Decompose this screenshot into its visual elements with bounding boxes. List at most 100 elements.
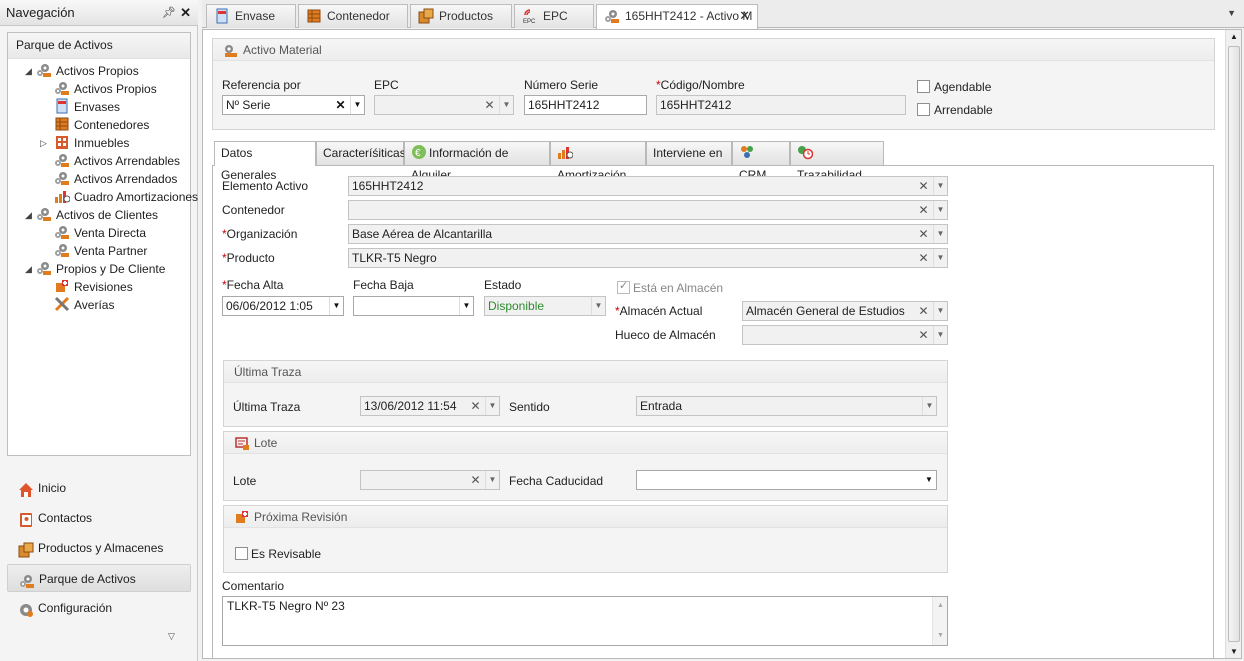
almacen-actual-select[interactable]: Almacén General de Estudios ✕ ▼ xyxy=(742,301,948,321)
dropdown-icon[interactable]: ▼ xyxy=(933,225,947,243)
tree-node[interactable]: Cuadro Amortizaciones xyxy=(54,188,198,206)
clear-icon[interactable]: ✕ xyxy=(468,471,483,489)
estado-select[interactable]: Disponible ▼ xyxy=(484,296,606,316)
tree-node[interactable]: Activos Arrendables xyxy=(54,152,180,170)
scroll-down-icon[interactable]: ▼ xyxy=(937,628,944,644)
tree-node[interactable]: Activos Arrendados xyxy=(54,170,177,188)
ultima-traza-input[interactable]: 13/06/2012 11:54 ✕ ▼ xyxy=(360,396,500,416)
nav-button-configuraci-n[interactable]: Configuración xyxy=(7,594,191,622)
fecha-alta-input[interactable]: 06/06/2012 1:05 ▼ xyxy=(222,296,344,316)
expand-arrow-icon[interactable]: ▷ xyxy=(40,138,47,149)
es-revisable-checkbox[interactable] xyxy=(235,547,248,560)
epc-select[interactable]: ✕ ▼ xyxy=(374,95,514,115)
clear-icon[interactable]: ✕ xyxy=(916,225,931,243)
pin-icon[interactable]: 📌︎ xyxy=(162,0,176,26)
dropdown-icon[interactable]: ▼ xyxy=(933,177,947,195)
tree-node[interactable]: Inmuebles xyxy=(54,134,129,152)
arrendable-checkbox[interactable] xyxy=(917,103,930,116)
tree-node[interactable]: Propios y De Cliente xyxy=(36,260,165,278)
vertical-scrollbar[interactable]: ▲ ▼ xyxy=(1225,30,1241,658)
close-tab-icon[interactable]: ✕ xyxy=(739,5,750,27)
scroll-thumb[interactable] xyxy=(1228,46,1240,642)
inner-tab[interactable]: CRM xyxy=(732,141,790,182)
tree-node[interactable]: Averías xyxy=(54,296,114,314)
referencia-label: Referencia por xyxy=(222,78,301,92)
clear-icon[interactable]: ✕ xyxy=(916,326,931,344)
tab-list-dropdown-icon[interactable]: ▼ xyxy=(1227,8,1236,18)
doc-tab[interactable]: Productos xyxy=(410,4,512,28)
codigo-input[interactable]: 165HHT2412 xyxy=(656,95,906,115)
tree-node[interactable]: Venta Directa xyxy=(54,224,146,242)
sentido-select[interactable]: Entrada ▼ xyxy=(636,396,937,416)
calendar-dropdown-icon[interactable]: ▼ xyxy=(459,297,473,315)
clear-icon[interactable]: ✕ xyxy=(916,177,931,195)
hueco-almacen-select[interactable]: ✕ ▼ xyxy=(742,325,948,345)
tree-node[interactable]: Envases xyxy=(54,98,120,116)
inner-tab[interactable]: € Información de Alquiler xyxy=(404,141,550,182)
organizacion-select[interactable]: Base Aérea de Alcantarilla ✕ ▼ xyxy=(348,224,948,244)
clear-icon[interactable]: ✕ xyxy=(468,397,483,415)
tree-node[interactable]: Activos Propios xyxy=(36,62,139,80)
calendar-dropdown-icon[interactable]: ▼ xyxy=(329,297,343,315)
fecha-alta-value: 06/06/2012 1:05 xyxy=(226,299,313,313)
chevron-down-icon[interactable]: ▽ xyxy=(168,631,175,642)
dropdown-icon[interactable]: ▼ xyxy=(499,96,513,114)
tree-node[interactable]: Revisiones xyxy=(54,278,133,296)
scroll-down-icon[interactable]: ▼ xyxy=(1230,647,1238,656)
dropdown-icon[interactable]: ▼ xyxy=(933,201,947,219)
inner-tab[interactable]: Amortización xyxy=(550,141,646,182)
dropdown-icon[interactable]: ▼ xyxy=(350,96,364,114)
doc-tab[interactable]: Envase xyxy=(206,4,296,28)
agendable-checkbox[interactable] xyxy=(917,80,930,93)
tree-node[interactable]: Activos Propios xyxy=(54,80,157,98)
proxima-revision-group: Próxima Revisión xyxy=(223,505,948,573)
nav-button-inicio[interactable]: Inicio xyxy=(7,474,191,502)
inner-tab[interactable]: Datos Generales xyxy=(214,141,316,182)
producto-select[interactable]: TLKR-T5 Negro ✕ ▼ xyxy=(348,248,948,268)
producto-label: *Producto xyxy=(222,251,275,265)
tree-node[interactable]: Activos de Clientes xyxy=(36,206,158,224)
numero-serie-input[interactable]: 165HHT2412 xyxy=(524,95,647,115)
inner-tab[interactable]: Trazabilidad xyxy=(790,141,884,182)
collapse-arrow-icon[interactable]: ◢ xyxy=(25,210,32,221)
clear-icon[interactable]: ✕ xyxy=(482,96,497,114)
dropdown-icon[interactable]: ▼ xyxy=(933,249,947,267)
doc-tab[interactable]: 165HHT2412 - Activo M ✕ xyxy=(596,4,758,29)
dropdown-icon[interactable]: ▼ xyxy=(591,297,605,315)
scroll-up-icon[interactable]: ▲ xyxy=(1230,32,1238,41)
dropdown-icon[interactable]: ▼ xyxy=(933,302,947,320)
doc-tab[interactable]: EPC EPC xyxy=(514,4,594,28)
tree-node[interactable]: Contenedores xyxy=(54,116,149,134)
clear-icon[interactable]: ✕ xyxy=(333,96,348,114)
nav-button-contactos[interactable]: Contactos xyxy=(7,504,191,532)
tree-node[interactable]: Venta Partner xyxy=(54,242,147,260)
collapse-arrow-icon[interactable]: ◢ xyxy=(25,66,32,77)
doc-tab[interactable]: Contenedor xyxy=(298,4,408,28)
fecha-caducidad-input[interactable]: ▼ xyxy=(636,470,937,490)
esta-en-almacen-checkbox[interactable] xyxy=(617,279,630,294)
dropdown-icon[interactable]: ▼ xyxy=(933,326,947,344)
dropdown-icon[interactable]: ▼ xyxy=(485,471,499,489)
referencia-select[interactable]: Nº Serie ✕ ▼ xyxy=(222,95,365,115)
comentario-scrollbar[interactable]: ▲ ▼ xyxy=(932,597,947,645)
doc-tab-label: Contenedor xyxy=(327,9,390,23)
inner-tab[interactable]: Interviene en xyxy=(646,141,732,165)
clear-icon[interactable]: ✕ xyxy=(916,302,931,320)
dropdown-icon[interactable]: ▼ xyxy=(922,397,936,415)
lote-select[interactable]: ✕ ▼ xyxy=(360,470,500,490)
fecha-baja-input[interactable]: ▼ xyxy=(353,296,474,316)
clear-icon[interactable]: ✕ xyxy=(916,249,931,267)
inner-tab[interactable]: Caracteríśiticas xyxy=(316,141,406,165)
collapse-arrow-icon[interactable]: ◢ xyxy=(25,264,32,275)
comentario-value: TLKR-T5 Negro Nº 23 xyxy=(227,599,345,613)
scroll-up-icon[interactable]: ▲ xyxy=(937,598,944,614)
contenedor-select[interactable]: ✕ ▼ xyxy=(348,200,948,220)
nav-button-productos-y-almacenes[interactable]: Productos y Almacenes xyxy=(7,534,191,562)
comentario-textarea[interactable]: TLKR-T5 Negro Nº 23 ▲ ▼ xyxy=(222,596,948,646)
close-icon[interactable]: ✕ xyxy=(180,0,191,26)
dropdown-icon[interactable]: ▼ xyxy=(485,397,499,415)
nav-button-parque-de-activos[interactable]: Parque de Activos xyxy=(7,564,191,592)
calendar-dropdown-icon[interactable]: ▼ xyxy=(922,471,936,489)
elemento-activo-select[interactable]: 165HHT2412 ✕ ▼ xyxy=(348,176,948,196)
clear-icon[interactable]: ✕ xyxy=(916,201,931,219)
